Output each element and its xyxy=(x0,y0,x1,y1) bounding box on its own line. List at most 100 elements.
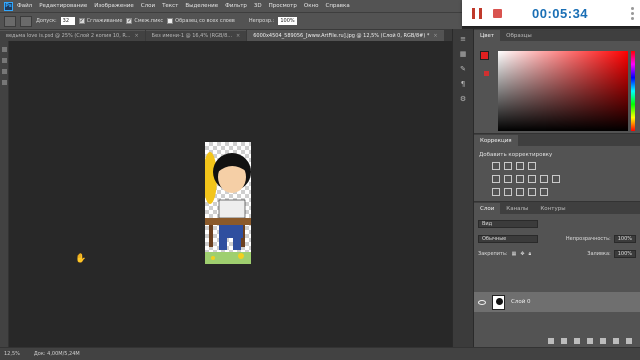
color-balance-icon[interactable] xyxy=(516,175,524,183)
canvas-area[interactable]: ✋ xyxy=(9,41,452,347)
menu-image[interactable]: Изображение xyxy=(94,3,134,9)
new-layer-icon[interactable] xyxy=(613,338,619,344)
pause-icon[interactable] xyxy=(472,7,482,19)
curves-icon[interactable] xyxy=(516,162,524,170)
menu-text[interactable]: Текст xyxy=(162,3,178,9)
properties-icon[interactable]: ▦ xyxy=(459,50,468,59)
tools-preset-icon[interactable]: ⚙ xyxy=(459,95,468,104)
sample-all-layers-checkbox[interactable]: Образец со всех слоев xyxy=(167,18,235,24)
paragraph-icon[interactable]: ¶ xyxy=(459,80,468,89)
lock-pixels-icon[interactable]: ▦ xyxy=(512,251,517,257)
threshold-icon[interactable] xyxy=(516,188,524,196)
menu-file[interactable]: Файл xyxy=(17,3,32,9)
link-layers-icon[interactable] xyxy=(548,338,554,344)
selective-color-icon[interactable] xyxy=(528,188,536,196)
foreground-color-swatch[interactable] xyxy=(480,51,489,60)
tab-document-2[interactable]: Без имени-1 @ 16,4% (RGB/8... × xyxy=(145,30,247,41)
layer-thumbnail xyxy=(492,294,505,310)
document-image[interactable] xyxy=(205,142,251,264)
wand-tool-icon[interactable] xyxy=(1,80,7,85)
menu-3d[interactable]: 3D xyxy=(254,3,262,9)
layers-footer xyxy=(474,335,640,347)
tab-color[interactable]: Цвет xyxy=(474,30,501,41)
kind-filter-select[interactable]: Вид xyxy=(478,220,538,228)
photo-filter-icon[interactable] xyxy=(540,175,548,183)
tolerance-input[interactable]: 32 xyxy=(60,17,75,25)
lock-row: Закрепить: ▦ ✥ 🔒︎ Заливка: 100% xyxy=(478,250,636,258)
tab-adjustments[interactable]: Коррекция xyxy=(474,135,518,146)
tab-layers[interactable]: Слои xyxy=(474,203,501,214)
adjustment-icons xyxy=(492,162,560,201)
sample-all-label: Образец со всех слоев xyxy=(175,18,235,24)
toolbox xyxy=(0,41,9,347)
menu-view[interactable]: Просмотр xyxy=(269,3,297,9)
layers-panel-tabs: Слои Каналы Контуры xyxy=(474,202,640,214)
color-picker-field[interactable] xyxy=(498,51,628,131)
tab-document-1[interactable]: ведьма love is.psd @ 25% (Слой 2 копия 1… xyxy=(0,30,145,41)
more-options-icon[interactable] xyxy=(631,7,634,20)
tab-document-3[interactable]: 6000x4504_589056_[www.ArtFile.ru].jpg @ … xyxy=(247,30,444,41)
menu-help[interactable]: Справка xyxy=(325,3,349,9)
group-folder-icon[interactable] xyxy=(600,338,606,344)
panel-dock-strip: ≡ ▦ ✎ ¶ ⚙ xyxy=(452,29,474,347)
options-bar: Допуск: 32 Сглаживание Смеж.пикс Образец… xyxy=(0,12,462,29)
checkbox-icon xyxy=(126,18,133,24)
history-icon[interactable]: ≡ xyxy=(459,35,468,44)
gradient-map-icon[interactable] xyxy=(540,188,548,196)
lock-all-icon[interactable]: 🔒︎ xyxy=(529,251,532,257)
close-icon[interactable]: × xyxy=(134,33,138,39)
lock-move-icon[interactable]: ✥ xyxy=(520,251,524,257)
menu-select[interactable]: Выделение xyxy=(185,3,218,9)
stop-icon[interactable] xyxy=(493,8,502,18)
cartoon-illustration xyxy=(205,152,251,264)
document-tabs: ведьма love is.psd @ 25% (Слой 2 копия 1… xyxy=(0,29,452,41)
lasso-tool-icon[interactable] xyxy=(1,69,7,74)
trash-icon[interactable] xyxy=(626,338,632,344)
menu-layers[interactable]: Слои xyxy=(141,3,155,9)
layer-opacity-input[interactable]: 100% xyxy=(613,235,636,243)
antialias-label: Сглаживание xyxy=(86,18,123,24)
adjustment-layer-icon[interactable] xyxy=(587,338,593,344)
tab-swatches[interactable]: Образцы xyxy=(500,30,538,41)
zoom-level[interactable]: 12,5% xyxy=(4,351,20,357)
layer-row[interactable]: Слой 0 xyxy=(474,292,640,312)
levels-icon[interactable] xyxy=(504,162,512,170)
tab-label: ведьма love is.psd @ 25% (Слой 2 копия 1… xyxy=(6,33,131,39)
black-white-icon[interactable] xyxy=(528,175,536,183)
brightness-icon[interactable] xyxy=(492,162,500,170)
vibrance-icon[interactable] xyxy=(492,175,500,183)
channel-mixer-icon[interactable] xyxy=(552,175,560,183)
antialias-checkbox[interactable]: Сглаживание xyxy=(78,18,123,24)
menu-filter[interactable]: Фильтр xyxy=(225,3,247,9)
layer-name[interactable]: Слой 0 xyxy=(511,299,531,305)
fill-input[interactable]: 100% xyxy=(613,250,636,258)
opacity-input[interactable]: 100% xyxy=(278,17,297,25)
exposure-icon[interactable] xyxy=(528,162,536,170)
fx-icon[interactable] xyxy=(561,338,567,344)
visibility-eye-icon[interactable] xyxy=(478,299,486,305)
selection-mode-icon[interactable] xyxy=(20,15,32,27)
tab-paths[interactable]: Контуры xyxy=(534,203,571,214)
menu-edit[interactable]: Редактирование xyxy=(39,3,87,9)
posterize-icon[interactable] xyxy=(504,188,512,196)
tab-label: Без имени-1 @ 16,4% (RGB/8... xyxy=(151,33,233,39)
contiguous-checkbox[interactable]: Смеж.пикс xyxy=(126,18,163,24)
close-icon[interactable]: × xyxy=(236,33,240,39)
hue-saturation-icon[interactable] xyxy=(504,175,512,183)
marquee-tool-icon[interactable] xyxy=(1,58,7,63)
contiguous-label: Смеж.пикс xyxy=(134,18,164,24)
adjustments-panel: Коррекция Добавить корректировку xyxy=(474,133,640,201)
lock-label: Закрепить: xyxy=(478,251,508,257)
blend-mode-select[interactable]: Обычные xyxy=(478,235,538,243)
brush-settings-icon[interactable]: ✎ xyxy=(459,65,468,74)
close-icon[interactable]: × xyxy=(433,33,437,39)
color-swatches[interactable] xyxy=(480,51,494,76)
menu-window[interactable]: Окно xyxy=(304,3,319,9)
move-tool-icon[interactable] xyxy=(1,47,7,52)
invert-icon[interactable] xyxy=(492,188,500,196)
tab-channels[interactable]: Каналы xyxy=(500,203,534,214)
document-size: Док: 4,00M/5,24M xyxy=(33,351,80,357)
magic-wand-tool-icon[interactable] xyxy=(4,15,16,27)
hue-slider[interactable] xyxy=(631,51,635,131)
mask-icon[interactable] xyxy=(574,338,580,344)
